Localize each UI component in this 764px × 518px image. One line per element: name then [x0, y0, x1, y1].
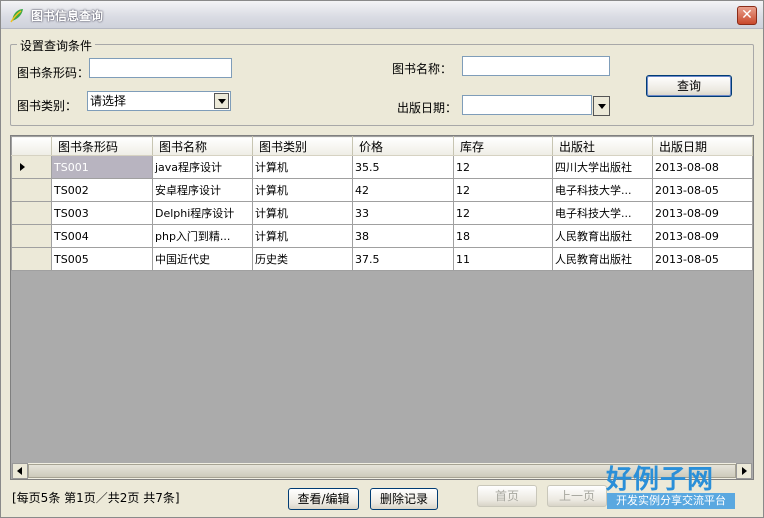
row-header[interactable]: [11, 201, 52, 225]
table-cell[interactable]: 安卓程序设计: [152, 178, 253, 202]
row-header[interactable]: [11, 178, 52, 202]
publish-date-input[interactable]: [462, 95, 592, 115]
row-header[interactable]: [11, 247, 52, 271]
column-header[interactable]: 价格: [352, 136, 454, 156]
table-cell[interactable]: 计算机: [252, 201, 353, 225]
table-cell[interactable]: 12: [453, 155, 553, 179]
table-cell[interactable]: 计算机: [252, 224, 353, 248]
watermark-subtitle: 开发实例分享交流平台: [607, 493, 735, 509]
table-cell[interactable]: 42: [352, 178, 454, 202]
watermark-logo: 好例子网: [606, 465, 715, 495]
table-cell[interactable]: java程序设计: [152, 155, 253, 179]
filter-groupbox: [10, 44, 754, 126]
table-cell[interactable]: 12: [453, 178, 553, 202]
category-select-value: 请选择: [90, 94, 127, 108]
barcode-input[interactable]: [89, 58, 232, 78]
table-cell[interactable]: 计算机: [252, 178, 353, 202]
books-table: 图书条形码 图书名称 图书类别 价格 库存 出版社 出版日期 TS001 jav…: [11, 136, 753, 271]
table-cell[interactable]: 人民教育出版社: [552, 224, 653, 248]
title-bar[interactable]: 图书信息查询 ✕: [1, 1, 763, 29]
table-cell[interactable]: 18: [453, 224, 553, 248]
table-cell[interactable]: TS002: [51, 178, 153, 202]
column-header[interactable]: 库存: [453, 136, 553, 156]
table-cell[interactable]: 37.5: [352, 247, 454, 271]
view-edit-button[interactable]: 查看/编辑: [288, 488, 359, 510]
table-cell[interactable]: php入门到精...: [152, 224, 253, 248]
table-cell[interactable]: 35.5: [352, 155, 454, 179]
scroll-right-icon[interactable]: [736, 463, 752, 479]
table-row[interactable]: TS003 Delphi程序设计 计算机 33 12 电子科技大学... 201…: [11, 201, 753, 225]
prev-page-button[interactable]: 上一页: [547, 485, 607, 507]
query-button[interactable]: 查询: [646, 75, 732, 97]
publish-date-label: 出版日期：: [397, 101, 458, 115]
row-header[interactable]: [11, 155, 52, 179]
book-name-input[interactable]: [462, 56, 610, 76]
column-header[interactable]: 图书名称: [152, 136, 253, 156]
table-cell[interactable]: 历史类: [252, 247, 353, 271]
main-window: 图书信息查询 ✕ 设置查询条件 图书条形码： 图书名称： 查询 图书类别： 请选…: [0, 0, 764, 518]
category-label: 图书类别：: [17, 99, 78, 113]
current-row-icon: [20, 162, 25, 171]
first-page-button[interactable]: 首页: [477, 485, 537, 507]
column-header[interactable]: 出版日期: [652, 136, 753, 156]
table-cell[interactable]: 2013-08-09: [652, 224, 753, 248]
table-cell[interactable]: 2013-08-09: [652, 201, 753, 225]
table-cell[interactable]: 电子科技大学...: [552, 178, 653, 202]
table-cell[interactable]: 2013-08-05: [652, 247, 753, 271]
table-cell[interactable]: 电子科技大学...: [552, 201, 653, 225]
table-cell[interactable]: 计算机: [252, 155, 353, 179]
close-button[interactable]: ✕: [737, 6, 757, 25]
chevron-down-icon[interactable]: [214, 93, 229, 109]
row-header[interactable]: [11, 224, 52, 248]
table-cell[interactable]: 2013-08-08: [652, 155, 753, 179]
table-cell[interactable]: 2013-08-05: [652, 178, 753, 202]
table-row[interactable]: TS005 中国近代史 历史类 37.5 11 人民教育出版社 2013-08-…: [11, 247, 753, 271]
window-title: 图书信息查询: [31, 9, 104, 23]
table-cell[interactable]: 人民教育出版社: [552, 247, 653, 271]
delete-record-button[interactable]: 删除记录: [370, 488, 438, 510]
table-cell[interactable]: 38: [352, 224, 454, 248]
table-row[interactable]: TS001 java程序设计 计算机 35.5 12 四川大学出版社 2013-…: [11, 155, 753, 179]
filter-group-title: 设置查询条件: [17, 37, 96, 54]
table-cell[interactable]: Delphi程序设计: [152, 201, 253, 225]
close-icon: ✕: [741, 7, 753, 23]
table-cell[interactable]: TS001: [51, 155, 153, 179]
table-cell[interactable]: TS004: [51, 224, 153, 248]
table-cell[interactable]: 四川大学出版社: [552, 155, 653, 179]
paging-status: [每页5条 第1页／共2页 共7条]: [12, 491, 180, 505]
books-datagrid[interactable]: 图书条形码 图书名称 图书类别 价格 库存 出版社 出版日期 TS001 jav…: [10, 135, 754, 480]
table-cell[interactable]: 12: [453, 201, 553, 225]
table-cell[interactable]: TS003: [51, 201, 153, 225]
book-name-label: 图书名称：: [392, 62, 453, 76]
date-dropdown-icon[interactable]: [593, 96, 610, 116]
table-row[interactable]: TS004 php入门到精... 计算机 38 18 人民教育出版社 2013-…: [11, 224, 753, 248]
table-header-row: 图书条形码 图书名称 图书类别 价格 库存 出版社 出版日期: [11, 136, 753, 156]
column-header[interactable]: 出版社: [552, 136, 653, 156]
barcode-label: 图书条形码：: [17, 66, 90, 80]
leaf-icon: [10, 9, 23, 23]
header-rowhead: [11, 136, 52, 156]
table-row[interactable]: TS002 安卓程序设计 计算机 42 12 电子科技大学... 2013-08…: [11, 178, 753, 202]
table-cell[interactable]: TS005: [51, 247, 153, 271]
table-cell[interactable]: 中国近代史: [152, 247, 253, 271]
category-select[interactable]: 请选择: [87, 91, 231, 111]
column-header[interactable]: 图书条形码: [51, 136, 153, 156]
table-cell[interactable]: 33: [352, 201, 454, 225]
scroll-left-icon[interactable]: [12, 463, 28, 479]
table-cell[interactable]: 11: [453, 247, 553, 271]
column-header[interactable]: 图书类别: [252, 136, 353, 156]
